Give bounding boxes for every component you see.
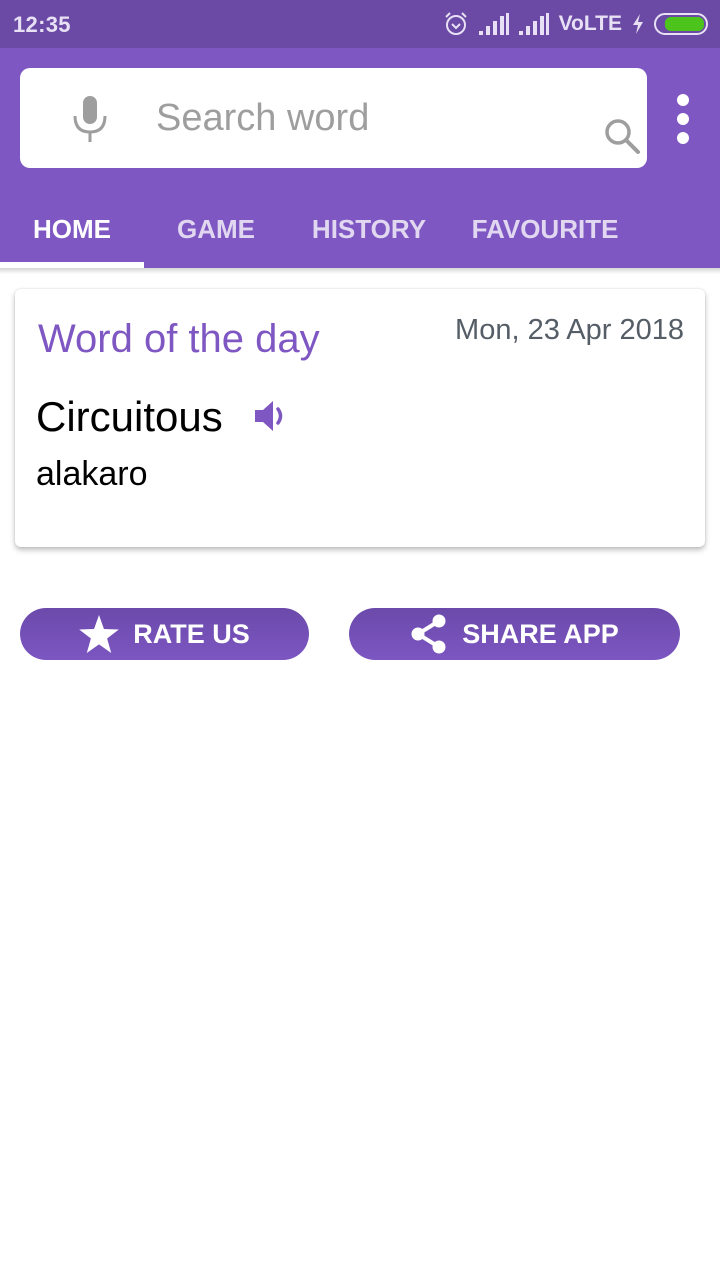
alarm-icon xyxy=(444,12,467,35)
search-box xyxy=(20,68,647,168)
word-meaning: alakaro xyxy=(36,455,148,493)
word-of-day-card[interactable]: Word of the day Mon, 23 Apr 2018 Circuit… xyxy=(15,289,705,547)
search-icon[interactable] xyxy=(602,116,642,156)
tab-game[interactable]: GAME xyxy=(144,188,288,268)
charging-icon xyxy=(633,14,643,34)
rate-us-button[interactable]: RATE US xyxy=(20,608,309,660)
word-text: Circuitous xyxy=(36,393,223,440)
share-app-label: SHARE APP xyxy=(462,618,619,649)
signal-icon xyxy=(518,13,549,35)
network-type-label: VoLTE xyxy=(558,12,622,35)
tab-history[interactable]: HISTORY xyxy=(288,188,450,268)
share-icon xyxy=(411,614,446,654)
card-date: Mon, 23 Apr 2018 xyxy=(455,314,684,346)
card-title: Word of the day xyxy=(38,317,320,361)
star-icon xyxy=(79,615,120,653)
status-time: 12:35 xyxy=(13,12,71,37)
battery-icon xyxy=(654,13,708,35)
search-input[interactable] xyxy=(156,92,576,144)
signal-icon xyxy=(478,13,509,35)
rate-us-label: RATE US xyxy=(133,618,250,649)
status-bar: 12:35 VoLTE xyxy=(0,0,720,48)
share-app-button[interactable]: SHARE APP xyxy=(349,608,680,660)
speaker-icon[interactable] xyxy=(253,399,289,433)
tab-favourite[interactable]: FAVOURITE xyxy=(450,188,640,268)
app-bar: HOME GAME HISTORY FAVOURITE xyxy=(0,48,720,268)
tab-home[interactable]: HOME xyxy=(0,188,144,268)
app-bar-shadow xyxy=(0,268,720,274)
microphone-icon[interactable] xyxy=(70,94,110,144)
tab-bar: HOME GAME HISTORY FAVOURITE xyxy=(0,188,720,268)
more-options-icon[interactable] xyxy=(668,92,698,146)
status-icons: VoLTE xyxy=(443,10,708,38)
